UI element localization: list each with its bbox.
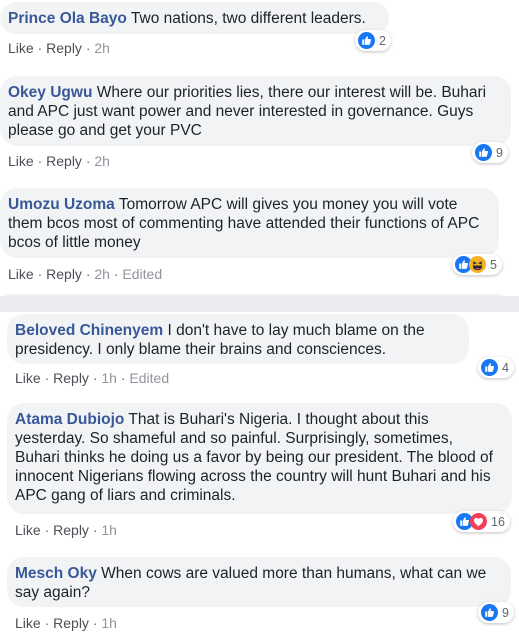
love-reaction-icon: [470, 513, 487, 530]
comment-actions: Like · Reply · 2h · Edited: [8, 266, 163, 282]
reaction-summary[interactable]: 9: [478, 602, 514, 623]
reaction-count: 4: [502, 360, 509, 375]
comment-actions: Like · Reply · 1h: [15, 522, 117, 538]
like-reaction-icon: [475, 144, 492, 161]
comment-author[interactable]: Prince Ola Bayo: [8, 10, 127, 27]
reply-link[interactable]: Reply: [46, 266, 82, 282]
comment-author[interactable]: Atama Dubiojo: [15, 411, 124, 428]
reaction-count: 9: [496, 145, 503, 160]
reaction-count: 2: [379, 33, 386, 48]
like-link[interactable]: Like: [8, 40, 34, 56]
comment-time[interactable]: 1h: [101, 370, 117, 386]
comment-bubble: Okey Ugwu Where our priorities lies, the…: [0, 76, 511, 146]
reply-link[interactable]: Reply: [53, 370, 89, 386]
comment-author[interactable]: Mesch Oky: [15, 565, 97, 582]
reaction-summary[interactable]: 2: [355, 30, 391, 51]
reaction-count: 5: [490, 257, 497, 272]
reply-link[interactable]: Reply: [46, 153, 82, 169]
comment-author[interactable]: Umozu Uzoma: [8, 196, 115, 213]
reply-link[interactable]: Reply: [53, 522, 89, 538]
comment-time[interactable]: 1h: [101, 615, 117, 631]
like-link[interactable]: Like: [15, 522, 41, 538]
like-link[interactable]: Like: [15, 370, 41, 386]
like-link[interactable]: Like: [8, 266, 34, 282]
comment-time[interactable]: 2h: [94, 266, 110, 282]
like-reaction-icon: [358, 32, 375, 49]
comment-time[interactable]: 2h: [94, 40, 110, 56]
comment-actions: Like · Reply · 2h: [8, 40, 110, 56]
reaction-summary[interactable]: 5: [452, 254, 502, 275]
comment-author[interactable]: Beloved Chinenyem: [15, 322, 163, 339]
comment-time[interactable]: 1h: [101, 522, 117, 538]
comment-actions: Like · Reply · 2h: [8, 153, 110, 169]
like-reaction-icon: [481, 604, 498, 621]
comment-actions: Like · Reply · 1h · Edited: [15, 370, 170, 386]
reaction-summary[interactable]: 9: [472, 142, 508, 163]
reaction-count: 9: [502, 605, 509, 620]
comment-actions: Like · Reply · 1h: [15, 615, 117, 631]
like-link[interactable]: Like: [15, 615, 41, 631]
comment-bubble: Mesch Oky When cows are valued more than…: [7, 557, 511, 607]
edited-label[interactable]: Edited: [122, 266, 162, 282]
comments-panel-top: Prince Ola Bayo Two nations, two differe…: [0, 0, 519, 296]
comment-author[interactable]: Okey Ugwu: [8, 84, 92, 101]
edited-label[interactable]: Edited: [129, 370, 169, 386]
like-link[interactable]: Like: [8, 153, 34, 169]
comment-bubble: Atama Dubiojo That is Buhari's Nigeria. …: [7, 403, 512, 514]
reaction-summary[interactable]: 4: [478, 357, 514, 378]
comment-bubble: Prince Ola Bayo Two nations, two differe…: [0, 2, 389, 34]
comment-bubble: Umozu Uzoma Tomorrow APC will gives you …: [0, 188, 499, 258]
reply-link[interactable]: Reply: [46, 40, 82, 56]
reply-link[interactable]: Reply: [53, 615, 89, 631]
comment-bubble: Beloved Chinenyem I don't have to lay mu…: [7, 314, 469, 364]
comment-bubble-partial: [0, 294, 508, 296]
comment-text: Two nations, two different leaders.: [130, 10, 366, 27]
reaction-count: 16: [491, 514, 505, 529]
like-reaction-icon: [481, 359, 498, 376]
haha-reaction-icon: [469, 256, 486, 273]
comments-panel-bottom: Beloved Chinenyem I don't have to lay mu…: [0, 312, 519, 636]
reaction-summary[interactable]: 16: [453, 511, 510, 532]
comment-time[interactable]: 2h: [94, 153, 110, 169]
